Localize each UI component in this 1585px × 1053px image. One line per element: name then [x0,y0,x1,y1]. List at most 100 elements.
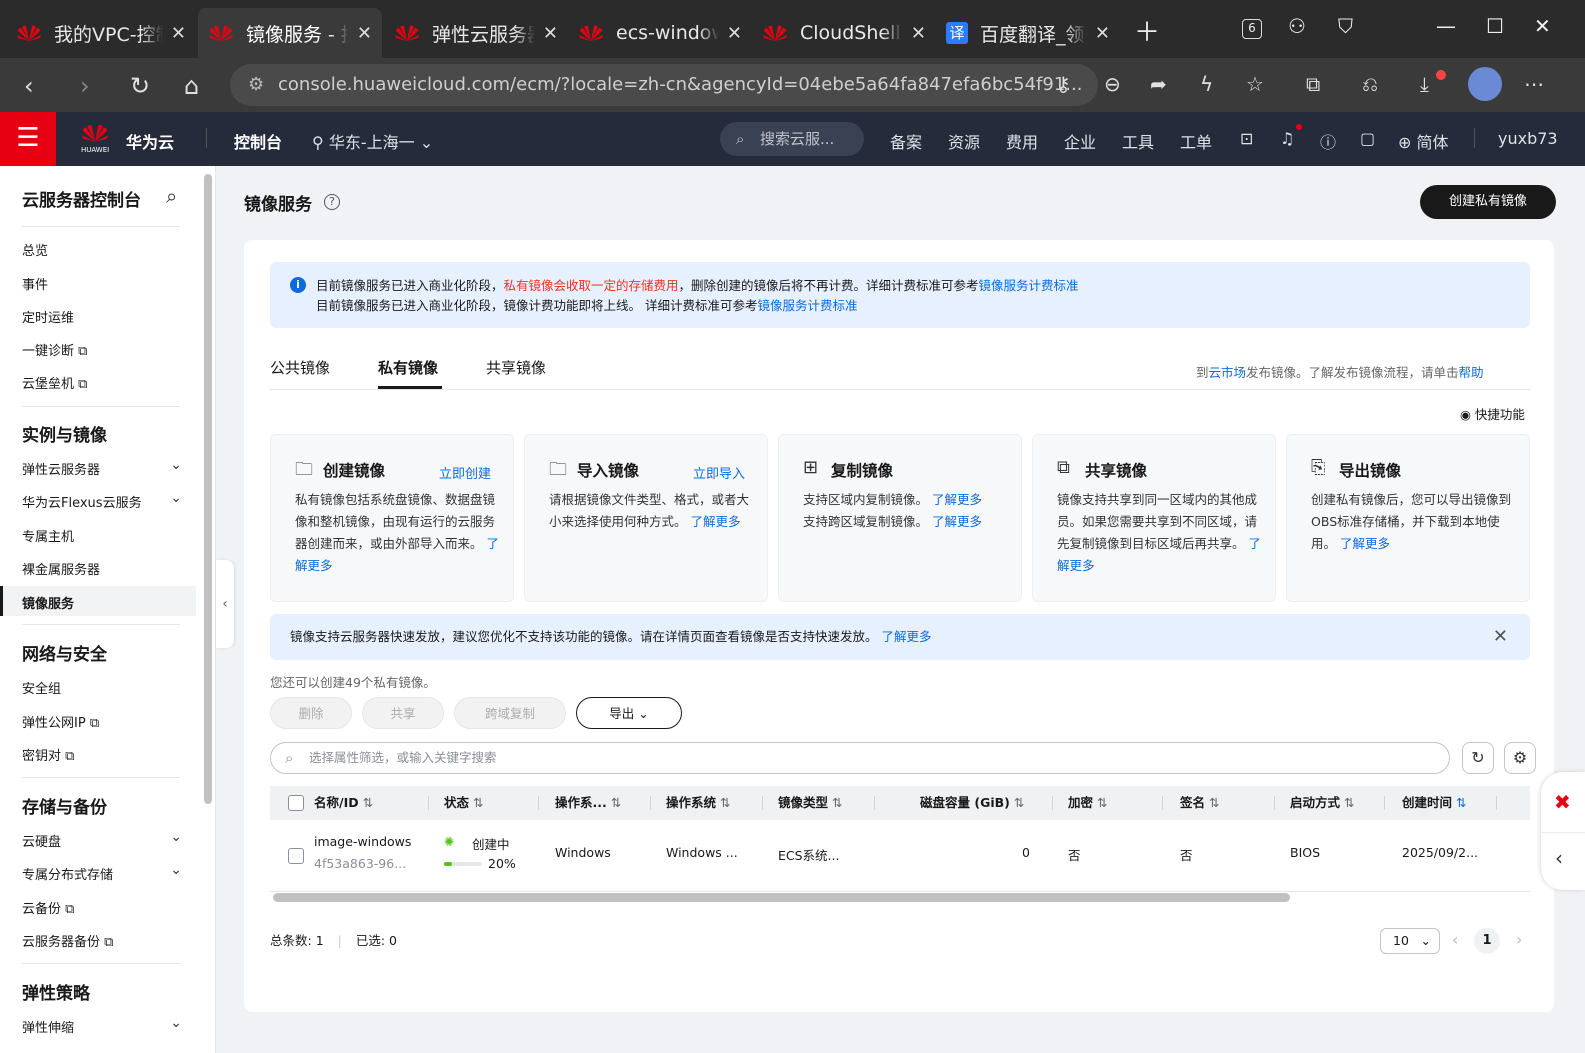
learn-more-link[interactable]: 了解更多 [932,492,982,507]
search-icon[interactable]: ⌕ [166,184,177,208]
browser-tab-cloudshell[interactable]: CloudShell ✕ [752,8,936,58]
next-page-icon[interactable]: › [1516,930,1522,949]
column-image-type[interactable]: 镜像类型 ⇅ [778,786,843,820]
console-link[interactable]: 控制台 [234,129,282,153]
close-tab-icon[interactable]: ✕ [357,23,372,44]
terminal-icon[interactable]: ⊡ [1240,129,1253,148]
settings-icon[interactable]: ⚙ [1504,742,1536,774]
nav-item-tickets[interactable]: 工单 [1180,129,1212,153]
column-created-time[interactable]: 创建时间 ⇅ [1402,786,1467,820]
filter-search-input[interactable]: ⌕ 选择属性筛选，或输入关键字搜索 [270,742,1450,774]
incognito-icon[interactable]: ⚇ [1288,14,1306,38]
image-name-link[interactable]: image-windows [314,834,411,849]
column-name-id[interactable]: 名称/ID ⇅ [314,786,373,820]
global-search-input[interactable]: ⌕ 搜索云服... [720,122,864,156]
extensions-icon[interactable]: ⧉ [1306,72,1320,96]
tab-public-images[interactable]: 公共镜像 [270,357,330,378]
sidebar-item-bastion[interactable]: 云堡垒机 ⧉ [22,373,182,392]
assistant-icon[interactable]: ✖ [1554,790,1571,814]
column-disk-capacity[interactable]: 磁盘容量 (GiB) ⇅ [920,786,1024,820]
share-button[interactable]: 共享 [362,697,444,729]
sidebar-item-security-group[interactable]: 安全组 [22,678,182,697]
column-encrypt[interactable]: 加密 ⇅ [1068,786,1108,820]
extension-icon[interactable]: ⛉ [1338,14,1353,38]
sidebar-item-dedicated-host[interactable]: 专属主机 [22,526,182,545]
close-tab-icon[interactable]: ✕ [543,23,558,44]
quick-functions-toggle[interactable]: ◉ 快捷功能 [1460,404,1525,423]
column-status[interactable]: 状态 ⇅ [444,786,484,820]
sidebar-item-ecs[interactable]: 弹性云服务器 ⌄ [22,457,182,478]
billing-standard-link[interactable]: 镜像服务计费标准 [979,278,1079,293]
billing-standard-link[interactable]: 镜像服务计费标准 [757,298,857,313]
help-icon[interactable]: ⓘ [1320,129,1336,153]
nav-item-cost[interactable]: 费用 [1006,129,1038,153]
maximize-icon[interactable]: ☐ [1486,14,1504,38]
refresh-icon[interactable]: ↻ [1462,742,1494,774]
import-now-link[interactable]: 立即导入 [693,463,745,482]
region-selector[interactable]: ⚲ 华东-上海一 ⌄ [312,129,433,153]
reload-icon[interactable]: ↻ [130,72,150,100]
sidebar-item-cbr[interactable]: 云备份 ⧉ [22,898,182,917]
sidebar-item-dss[interactable]: 专属分布式存储 ⌄ [22,862,182,883]
table-horizontal-scrollbar[interactable] [273,893,1290,902]
new-tab-icon[interactable]: ＋ [1134,12,1160,49]
marketplace-link[interactable]: 云市场 [1209,365,1247,380]
create-now-link[interactable]: 立即创建 [439,463,491,482]
key-icon[interactable]: ⚷ [1056,72,1071,96]
collapse-sidebar-icon[interactable]: ‹ [216,560,234,648]
language-selector[interactable]: ⊕ 简体 [1398,129,1449,153]
column-boot-mode[interactable]: 启动方式 ⇅ [1290,786,1355,820]
select-all-checkbox[interactable] [288,795,304,811]
close-tab-icon[interactable]: ✕ [727,23,742,44]
page-size-select[interactable]: 10 ⌄ [1380,928,1440,954]
learn-more-link[interactable]: 了解更多 [882,629,932,644]
chevron-left-icon[interactable]: ‹ [1555,846,1563,870]
close-icon[interactable]: ✕ [1493,614,1508,660]
minimize-icon[interactable]: — [1436,14,1456,38]
sidebar-item-evs[interactable]: 云硬盘 ⌄ [22,829,182,850]
sidebar-item-eip[interactable]: 弹性公网IP ⧉ [22,712,182,731]
delete-button[interactable]: 删除 [270,697,352,729]
nav-item-tools[interactable]: 工具 [1122,129,1154,153]
user-menu[interactable]: yuxb73 [1498,129,1558,148]
column-signature[interactable]: 签名 ⇅ [1180,786,1220,820]
share-icon[interactable]: ➦ [1150,72,1167,96]
zoom-out-icon[interactable]: ⊖ [1104,72,1121,96]
home-icon[interactable]: ⌂ [184,72,199,100]
sidebar-item-csbs[interactable]: 云服务器备份 ⧉ [22,931,182,950]
close-tab-icon[interactable]: ✕ [1095,23,1110,44]
learn-more-link[interactable]: 了解更多 [691,514,741,529]
browser-tab-ecs[interactable]: 弹性云服务器 ✕ [384,8,568,58]
download-icon[interactable]: ⤓ [1420,72,1429,96]
back-icon[interactable]: ‹ [24,72,34,100]
history-icon[interactable]: ⎌ [1362,72,1378,96]
sidebar-item-events[interactable]: 事件 [22,274,182,293]
menu-icon[interactable]: ☰ [0,112,56,166]
browser-tab-baidu-translate[interactable]: 译 百度翻译_领先 ✕ [936,8,1120,58]
site-info-icon[interactable]: ⚙ [248,64,264,106]
column-os[interactable]: 操作系统 ⇅ [666,786,731,820]
cross-region-copy-button[interactable]: 跨域复制 [454,697,566,729]
tab-shared-images[interactable]: 共享镜像 [486,357,546,378]
sidebar-item-overview[interactable]: 总览 [22,240,182,259]
browser-tab-image-service[interactable]: 镜像服务 - 控制台 ✕ [198,8,382,58]
close-tab-icon[interactable]: ✕ [171,23,186,44]
sidebar-item-bare-metal[interactable]: 裸金属服务器 [22,559,182,578]
brand-name[interactable]: 华为云 [126,129,174,153]
sidebar-item-scheduled-ops[interactable]: 定时运维 [22,307,182,326]
sidebar-item-diagnose[interactable]: 一键诊断 ⧉ [22,340,182,359]
close-window-icon[interactable]: ✕ [1534,14,1551,38]
more-icon[interactable]: ⋯ [1524,72,1544,96]
sidebar-scrollbar[interactable] [204,174,212,804]
table-row[interactable]: image-windows 4f53a863-96... ✺ 创建中 20% W… [270,820,1530,892]
nav-item-resources[interactable]: 资源 [948,129,980,153]
page-number-current[interactable]: 1 [1474,928,1500,954]
learn-more-link[interactable]: 了解更多 [932,514,982,529]
feedback-icon[interactable]: ▢ [1360,129,1375,148]
row-checkbox[interactable] [288,848,304,864]
bell-icon[interactable]: ♫ [1280,129,1294,148]
close-tab-icon[interactable]: ✕ [911,23,926,44]
sidebar-item-autoscaling[interactable]: 弹性伸缩 ⌄ [22,1015,182,1036]
sidebar-item-keypair[interactable]: 密钥对 ⧉ [22,745,182,764]
prev-page-icon[interactable]: ‹ [1452,930,1458,949]
